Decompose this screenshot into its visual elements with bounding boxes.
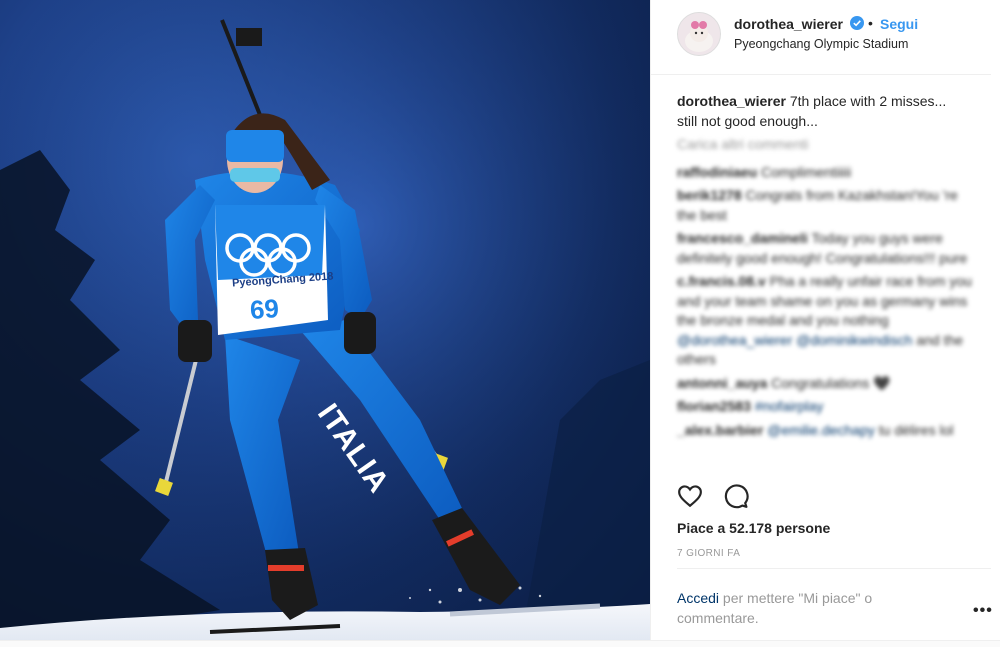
comment-item: _alex.barbier @emilie.dechapy tu dèlires… xyxy=(677,421,977,441)
comment-item: berik1278 Congrats from Kazakhstan!You '… xyxy=(677,186,977,225)
separator-dot: • xyxy=(868,15,873,31)
follow-button[interactable]: Segui xyxy=(880,16,918,32)
comment-username[interactable]: francesco_damineli xyxy=(677,230,808,246)
biathlete-image xyxy=(0,0,650,646)
post-side-panel: dorothea_wierer • Segui Pyeongchang Olym… xyxy=(650,0,1000,646)
comment-text: tu dèlires lol xyxy=(878,421,954,438)
divider xyxy=(677,568,991,569)
comment-username[interactable]: raffodiniaeu xyxy=(677,164,757,180)
comment-icon[interactable] xyxy=(723,483,749,509)
comment-hashtag[interactable]: #nofairplay xyxy=(755,398,824,414)
comment-item: francesco_damineli Today you guys were d… xyxy=(677,229,977,268)
location-link[interactable]: Pyeongchang Olympic Stadium xyxy=(734,37,908,51)
post-timestamp[interactable]: 7 GIORNI FA xyxy=(677,548,740,559)
comment-username[interactable]: florian2583 xyxy=(677,398,751,414)
heart-icon[interactable] xyxy=(677,483,703,509)
post-photo[interactable]: PyeongChang 2018 69 ITALIA xyxy=(0,0,650,646)
login-prompt: Accedi per mettere "Mi piace" o commenta… xyxy=(677,588,927,628)
login-link[interactable]: Accedi xyxy=(677,590,719,606)
post-caption: dorothea_wierer 7th place with 2 misses.… xyxy=(677,91,967,131)
caption-username[interactable]: dorothea_wierer xyxy=(677,93,786,109)
comment-item: c.francis.08.v Pha a really unfair race … xyxy=(677,272,977,370)
post-actions xyxy=(677,483,977,511)
comment-text: Complimentiiiii xyxy=(761,163,852,180)
comment-username[interactable]: antonni_auya xyxy=(677,375,767,391)
comment-username[interactable]: c.francis.08.v xyxy=(677,273,766,289)
comment-username[interactable]: _alex.barbier xyxy=(677,422,763,438)
likes-count[interactable]: Piace a 52.178 persone xyxy=(677,520,830,536)
load-more-comments-button[interactable]: Carica altri commenti xyxy=(677,135,977,155)
comment-username[interactable]: berik1278 xyxy=(677,187,742,203)
comment-item: raffodiniaeu Complimentiiiii xyxy=(677,163,977,183)
avatar-image xyxy=(678,13,720,55)
comments-list: Carica altri commenti raffodiniaeu Compl… xyxy=(677,135,977,444)
comment-mention[interactable]: @dorothea_wierer @dominikwindisch xyxy=(677,332,912,348)
more-options-button[interactable]: ••• xyxy=(973,602,993,620)
post-header: dorothea_wierer • Segui Pyeongchang Olym… xyxy=(651,0,991,75)
comment-text: Congratulations 🖤 xyxy=(771,374,891,391)
avatar[interactable] xyxy=(677,12,721,56)
comment-item: antonni_auya Congratulations 🖤 xyxy=(677,374,977,394)
verified-badge-icon xyxy=(850,16,864,30)
comment-item: florian2583 #nofairplay xyxy=(677,397,977,417)
bib-number: 69 xyxy=(248,293,280,325)
username-link[interactable]: dorothea_wierer xyxy=(734,16,843,32)
comment-mention[interactable]: @emilie.dechapy xyxy=(767,422,875,438)
